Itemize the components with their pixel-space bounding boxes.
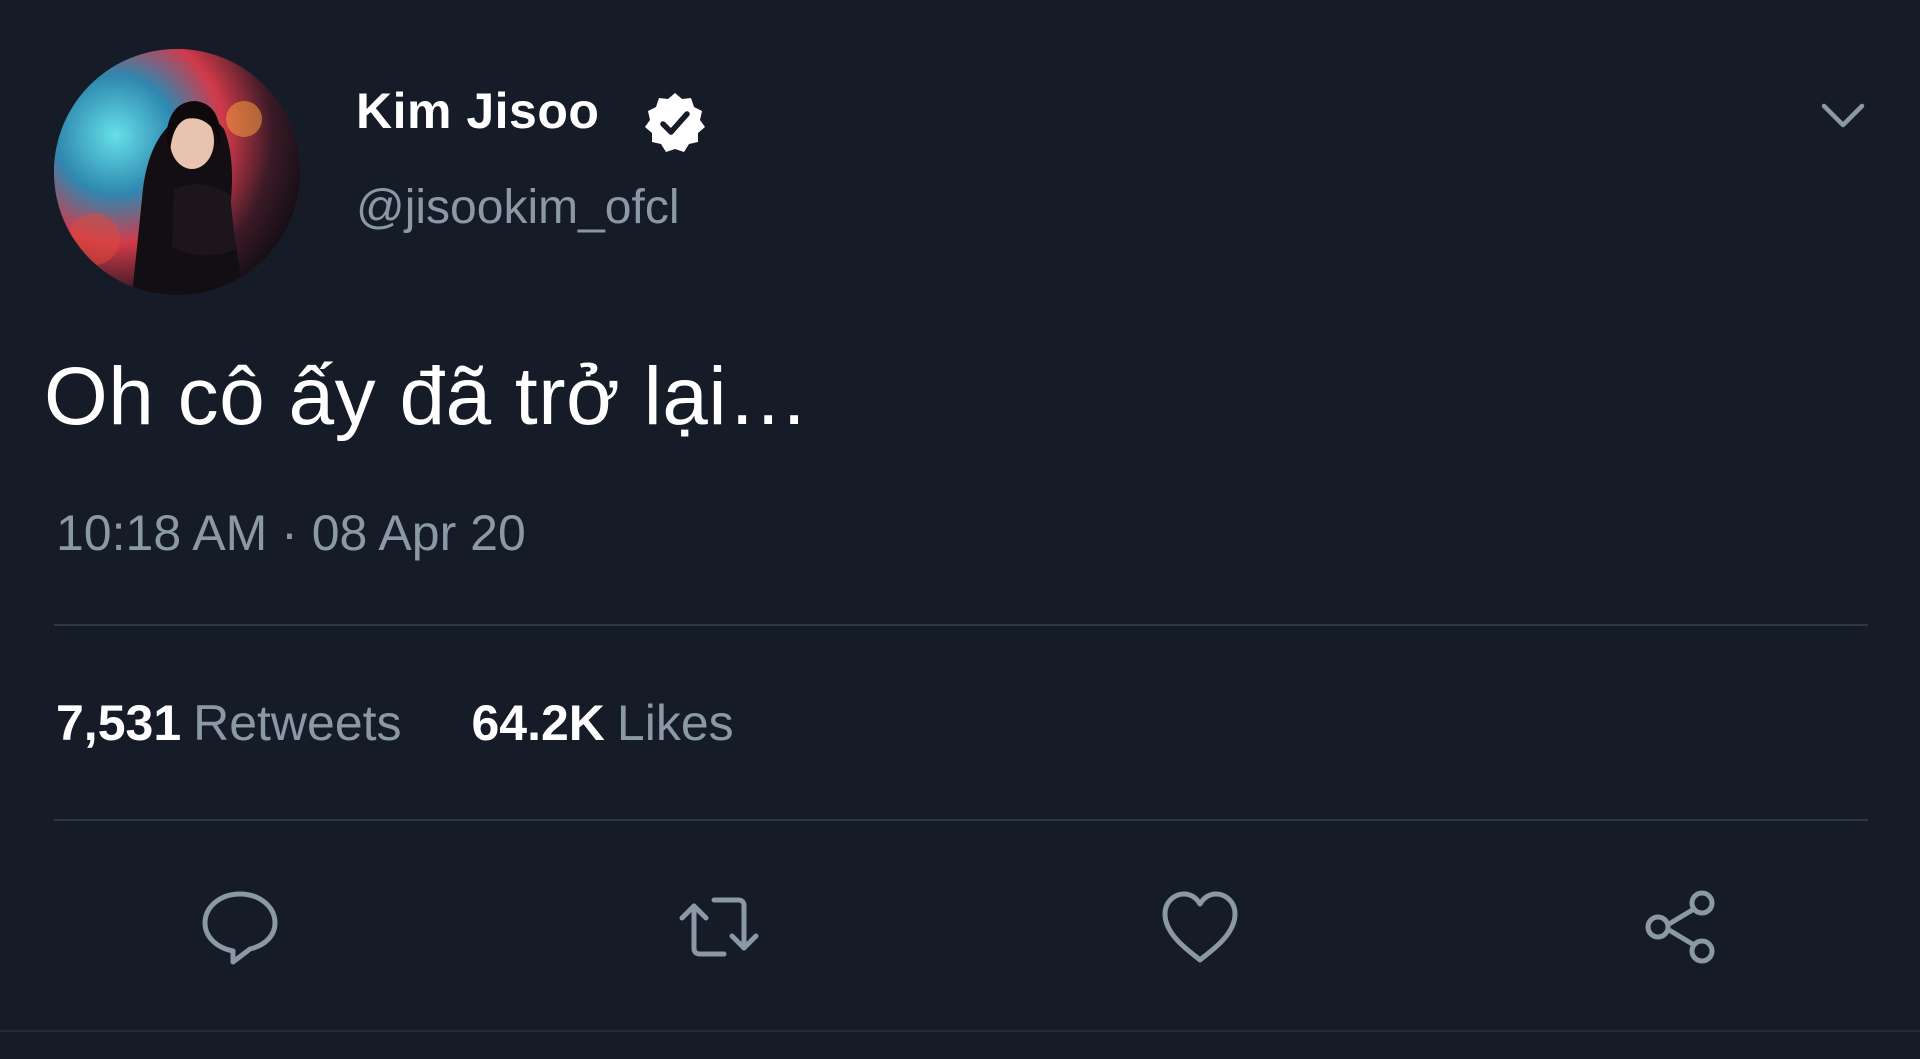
display-name[interactable]: Kim Jisoo (356, 82, 599, 140)
retweets-label: Retweets (193, 695, 402, 751)
user-handle[interactable]: @jisookim_ofcl (356, 180, 679, 235)
tweet-detail: Kim Jisoo @jisookim_ofcl Oh cô ấy đã trở… (0, 0, 1920, 1059)
avatar[interactable] (54, 49, 300, 295)
reply-icon (202, 891, 278, 965)
retweets-count: 7,531 (56, 695, 182, 751)
likes-count: 64.2K (471, 695, 605, 751)
avatar-image (54, 49, 300, 295)
divider (54, 624, 1868, 626)
retweets-stat[interactable]: 7,531 Retweets (56, 694, 402, 752)
retweet-button[interactable] (674, 882, 764, 972)
like-button[interactable] (1155, 882, 1245, 972)
chevron-down-icon[interactable] (1818, 98, 1868, 134)
tweet-text: Oh cô ấy đã trở lại… (44, 351, 810, 442)
likes-label: Likes (616, 695, 734, 751)
heart-icon (1162, 891, 1238, 963)
verified-badge-icon (645, 93, 705, 152)
likes-stat[interactable]: 64.2K Likes (471, 694, 733, 752)
retweet-icon (679, 897, 759, 957)
tweet-stats: 7,531 Retweets 64.2K Likes (56, 694, 790, 752)
share-icon (1645, 890, 1715, 964)
divider (54, 819, 1868, 821)
divider (0, 1030, 1920, 1032)
tweet-timestamp[interactable]: 10:18 AM · 08 Apr 20 (56, 504, 526, 562)
reply-button[interactable] (195, 882, 285, 972)
share-button[interactable] (1636, 882, 1726, 972)
